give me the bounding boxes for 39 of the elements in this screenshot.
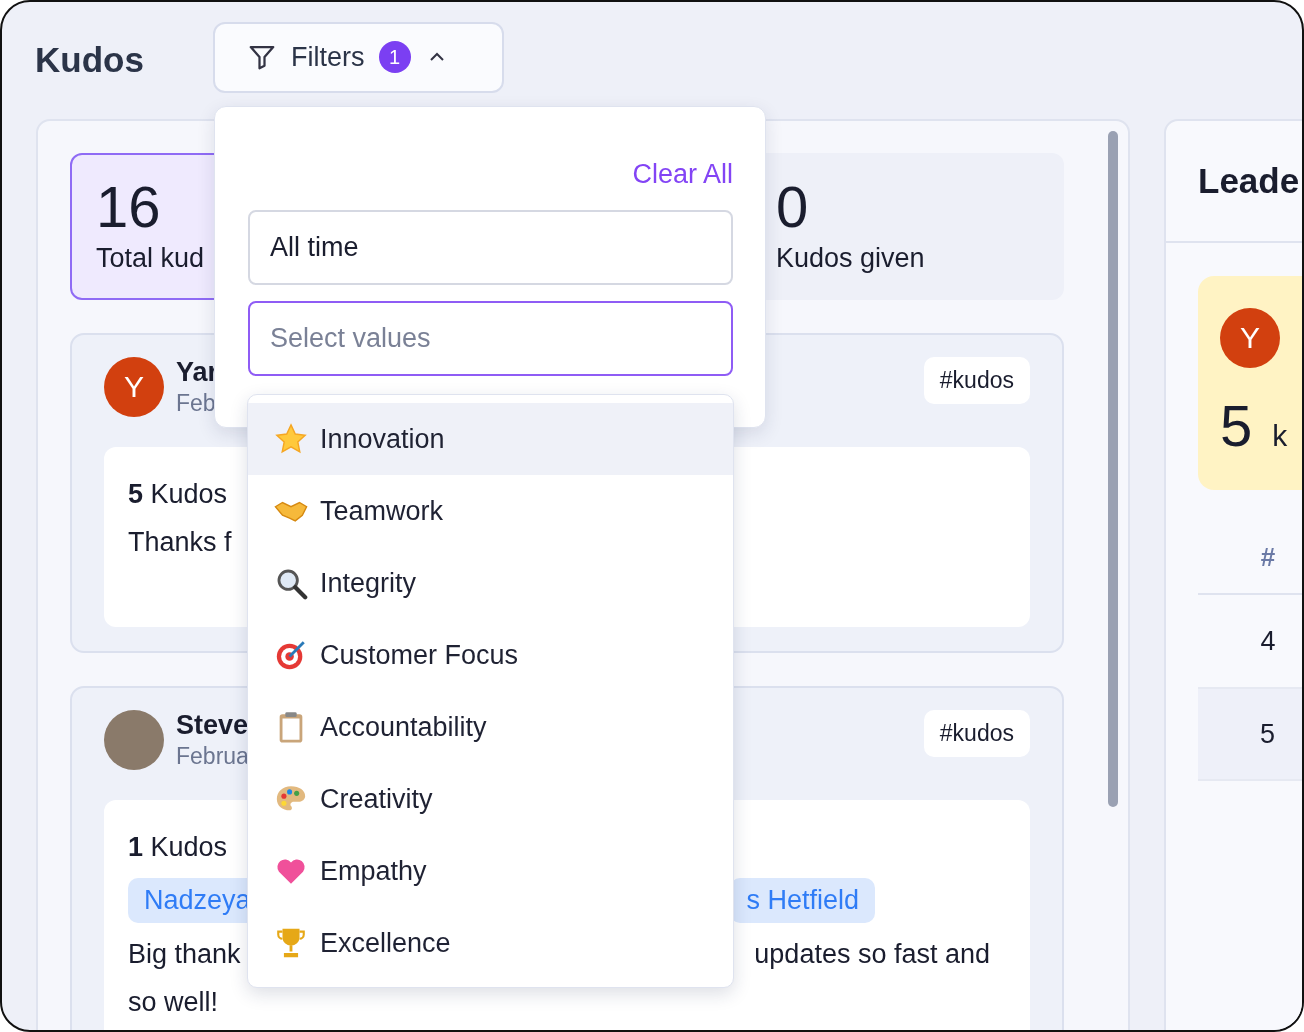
kudos-amount: 5 Kudos xyxy=(128,478,228,511)
leaderboard-title: Leade xyxy=(1166,121,1302,243)
avatar: Y xyxy=(104,357,164,417)
avatar: Y xyxy=(1220,308,1280,368)
message-text: Thanks f xyxy=(128,526,232,559)
filter-count-badge: 1 xyxy=(378,41,411,73)
page-title: Kudos xyxy=(35,40,145,80)
message-text: updates so fast and xyxy=(754,938,990,971)
post-date: Februa xyxy=(176,743,249,770)
option-item[interactable]: Integrity xyxy=(248,547,733,619)
scrollbar[interactable] xyxy=(1108,131,1118,807)
author-name: Yar xyxy=(176,357,219,388)
leader-count: 5 xyxy=(1220,392,1253,459)
tag[interactable]: #kudos xyxy=(923,357,1030,404)
author-name: Steve xyxy=(176,710,249,741)
leader-unit: k xyxy=(1272,419,1288,453)
option-item[interactable]: Customer Focus xyxy=(248,619,733,691)
stat-value: 16 xyxy=(96,177,162,237)
post-date: Feb xyxy=(176,390,216,417)
option-item[interactable]: Creativity xyxy=(248,763,733,835)
photo-placeholder xyxy=(104,710,164,770)
stat-value: 0 xyxy=(776,177,810,237)
option-item[interactable]: Accountability xyxy=(248,691,733,763)
clear-all-link[interactable]: Clear All xyxy=(632,159,733,190)
kudos-amount: 1 Kudos xyxy=(128,831,228,864)
leaderboard-row[interactable]: 5 xyxy=(1198,689,1302,781)
message-text: so well! xyxy=(128,986,219,1019)
values-field[interactable]: Select values xyxy=(248,301,733,376)
stat-label: Kudos given xyxy=(776,243,926,274)
period-field[interactable]: All time xyxy=(248,210,733,285)
trophy-icon xyxy=(274,926,308,960)
stat-label: Total kud xyxy=(96,243,206,274)
option-item[interactable]: Teamwork xyxy=(248,475,733,547)
filters-button[interactable]: Filters 1 xyxy=(213,21,504,93)
tag[interactable]: #kudos xyxy=(923,710,1030,757)
column-header: # xyxy=(1198,490,1302,595)
option-item[interactable]: Innovation xyxy=(248,403,733,475)
message-text: Big thank xyxy=(128,938,241,971)
star-icon xyxy=(274,422,308,456)
